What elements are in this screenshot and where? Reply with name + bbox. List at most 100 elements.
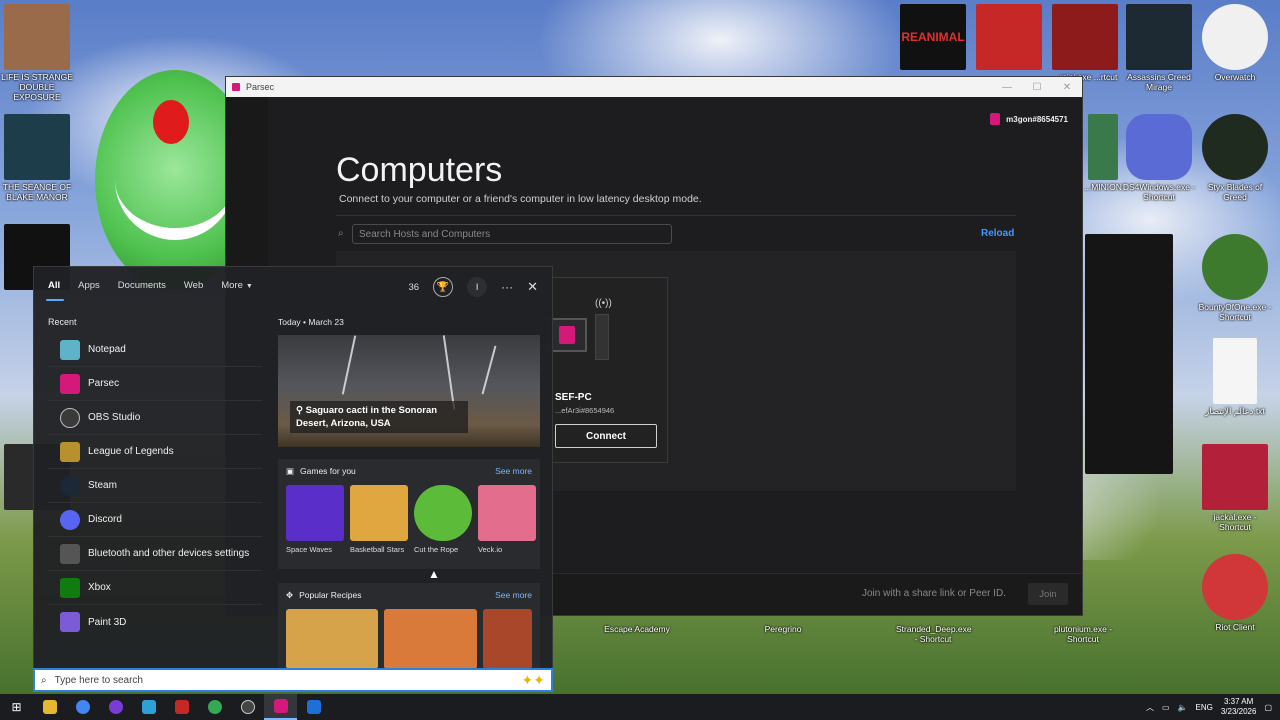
volume-icon[interactable]: 🔈 — [1178, 703, 1188, 712]
recent-item-steam[interactable]: Steam — [48, 469, 262, 503]
taskbar-chrome-2[interactable] — [198, 694, 231, 720]
page-subtitle: Connect to your computer or a friend's c… — [339, 193, 702, 205]
desktop-icon-text-file[interactable]: دعالم الإنتصار.txt — [1198, 338, 1272, 416]
computer-name: SEF-PC — [555, 392, 592, 403]
reload-button[interactable]: Reload — [981, 228, 1014, 239]
game-tile-veck-io[interactable]: Veck.io — [478, 485, 536, 554]
league-icon — [60, 441, 80, 462]
recent-item-paint3d[interactable]: Paint 3D — [48, 605, 262, 639]
trophy-icon[interactable]: 🏆 — [433, 277, 454, 297]
game-tile-space-waves[interactable]: Space Waves — [286, 485, 344, 554]
overwatch-icon — [1202, 4, 1268, 70]
tab-web[interactable]: Web — [184, 280, 203, 291]
mouse-cursor-icon: ▲ — [428, 567, 440, 581]
desktop-icon-plutonium[interactable]: plutonium.exe - Shortcut — [1046, 624, 1120, 644]
close-flyout-icon[interactable]: ✕ — [527, 279, 538, 295]
start-button[interactable]: ⊞ — [0, 694, 33, 720]
user-badge-icon — [990, 113, 1001, 125]
game-label: Veck.io — [478, 545, 503, 554]
recent-item-parsec[interactable]: Parsec — [48, 367, 262, 401]
recent-item-discord[interactable]: Discord — [48, 503, 262, 537]
desktop-icon-assassins-creed[interactable]: Assassins Creed Mirage — [1122, 4, 1196, 92]
text-file-icon — [1213, 338, 1257, 404]
close-icon[interactable]: ✕ — [1052, 82, 1082, 93]
taskbar-app-3[interactable] — [99, 694, 132, 720]
app-icon — [108, 700, 123, 714]
desktop-icon-seance[interactable]: THE SÉANCE OF BLAKE MANOR — [0, 114, 74, 202]
hero-caption[interactable]: ⚲ Saguaro cacti in the Sonoran Desert, A… — [290, 401, 468, 433]
desktop-icon-styx[interactable]: Styx Blades of Greed — [1198, 114, 1272, 202]
rewards-points[interactable]: 36 — [409, 282, 420, 293]
network-icon[interactable]: ▭ — [1162, 703, 1170, 712]
bluetooth-settings-icon — [60, 543, 80, 564]
peer-id-input[interactable]: Join with a share link or Peer ID. — [862, 588, 1006, 599]
recent-item-xbox[interactable]: Xbox — [48, 571, 262, 605]
monitor-icon — [547, 318, 587, 352]
notifications-icon[interactable]: ▢ — [1264, 703, 1272, 712]
taskbar-app-9[interactable] — [297, 694, 330, 720]
recent-item-label: Xbox — [88, 582, 111, 593]
language-indicator[interactable]: ENG — [1196, 703, 1213, 712]
desktop-icon-ds4windows[interactable]: DS4Windows.exe - Shortcut — [1122, 114, 1196, 202]
chrome-icon — [75, 700, 90, 714]
taskbar-parsec[interactable] — [264, 694, 297, 720]
parsec-titlebar[interactable]: Parsec — ☐ ✕ — [226, 77, 1082, 97]
desktop-icon-minion[interactable]: ...MINION — [1084, 114, 1122, 192]
tab-more[interactable]: More ▼ — [221, 280, 253, 291]
hero-image[interactable]: ⚲ Saguaro cacti in the Sonoran Desert, A… — [278, 335, 540, 447]
desktop-icon-riot-client[interactable]: Riot Client — [1198, 554, 1272, 632]
taskbar-chrome[interactable] — [66, 694, 99, 720]
join-button[interactable]: Join — [1028, 583, 1068, 605]
clock-time: 3:37 AM — [1223, 697, 1254, 706]
games-see-more-link[interactable]: See more — [495, 466, 532, 476]
clock[interactable]: 3:37 AM 3/23/2026 — [1221, 697, 1257, 717]
user-avatar[interactable]: I — [467, 277, 488, 297]
recent-item-notepad[interactable]: Notepad — [48, 333, 262, 367]
obs-icon — [240, 700, 255, 714]
hero-caption-text: Saguaro cacti in the Sonoran Desert, Ari… — [296, 405, 438, 429]
more-options-icon[interactable]: ··· — [501, 280, 513, 294]
recipe-tile[interactable] — [482, 609, 532, 669]
maximize-icon[interactable]: ☐ — [1022, 82, 1052, 93]
veck-io-icon — [478, 485, 536, 541]
search-icon: ⌕ — [338, 228, 344, 239]
taskbar-app-5[interactable] — [165, 694, 198, 720]
taskbar-obs[interactable] — [231, 694, 264, 720]
desktop-icon-turtle[interactable] — [972, 4, 1046, 72]
recent-item-league[interactable]: League of Legends — [48, 435, 262, 469]
app-icon — [141, 700, 156, 714]
desktop-icon-life-is-strange[interactable]: LIFE IS STRANGE DOUBLE EXPOSURE — [0, 4, 74, 102]
tab-apps[interactable]: Apps — [78, 280, 100, 291]
desktop-icon-mini[interactable]: ...mini.exe ...rtcut — [1048, 4, 1122, 82]
parsec-user[interactable]: m3gon#8654571 — [990, 113, 1068, 125]
clock-date: 3/23/2026 — [1220, 707, 1257, 716]
minion-icon — [1088, 114, 1118, 180]
taskbar-app-4[interactable] — [132, 694, 165, 720]
minimize-icon[interactable]: — — [992, 82, 1022, 93]
recent-item-bluetooth-settings[interactable]: Bluetooth and other devices settings — [48, 537, 262, 571]
recipe-tile[interactable] — [286, 609, 379, 669]
computer-card[interactable]: ((•)) SEF-PC ...efAr3i#8654946 Connect — [536, 277, 668, 463]
desktop-icon-jackal[interactable]: jackal.exe - Shortcut — [1198, 444, 1272, 532]
desktop-icon-escape-academy[interactable]: Escape Academy — [600, 624, 674, 634]
game-tile-cut-the-rope[interactable]: Cut the Rope — [414, 485, 472, 554]
desktop-icon-peregrino[interactable]: Peregrino — [746, 624, 820, 634]
chevron-up-icon[interactable]: ︿ — [1146, 702, 1154, 713]
desktop-icon-reanimal[interactable]: REANIMAL — [896, 4, 970, 72]
desktop-icon-overwatch[interactable]: Overwatch — [1198, 4, 1272, 82]
taskbar-search-input[interactable]: ⌕ Type here to search ✦✦ — [33, 668, 553, 692]
recent-item-obs[interactable]: OBS Studio — [48, 401, 262, 435]
recent-item-label: Parsec — [88, 378, 120, 389]
tab-all[interactable]: All — [45, 280, 65, 301]
tab-documents[interactable]: Documents — [118, 280, 166, 291]
recipe-tile[interactable] — [384, 609, 477, 669]
game-tile-basketball-stars[interactable]: Basketball Stars — [350, 485, 408, 554]
desktop-icon-stranded-deep[interactable]: Stranded_Deep.exe - Shortcut — [896, 624, 972, 644]
desktop-icon-bounty-of-one[interactable]: BountyOfOne.exe - Shortcut — [1198, 234, 1272, 322]
recent-item-label: OBS Studio — [88, 412, 141, 423]
connect-button[interactable]: Connect — [555, 424, 657, 448]
hosts-search-input[interactable]: Search Hosts and Computers — [352, 224, 672, 244]
taskbar-file-explorer[interactable] — [33, 694, 66, 720]
recipes-see-more-link[interactable]: See more — [495, 590, 532, 600]
games-icon: ▣ — [286, 465, 295, 476]
